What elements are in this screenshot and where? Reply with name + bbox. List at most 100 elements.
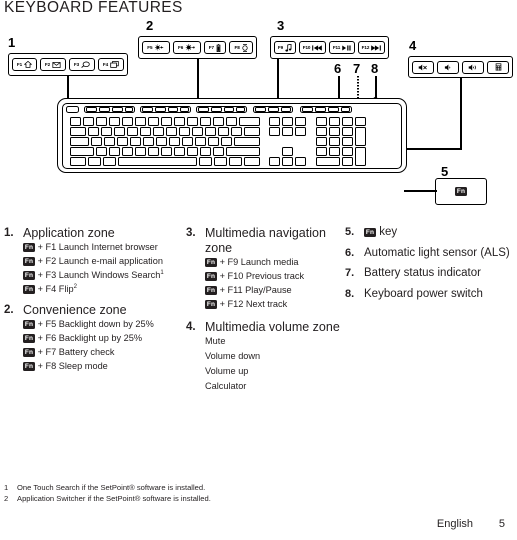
kb-key-menu: [229, 157, 242, 166]
list-item-label: Volume down: [205, 350, 261, 361]
kb-key-page-up: [295, 117, 306, 126]
section-multimedia-navigation-zone: 3. Multimedia navigation zone Fn + F9 La…: [186, 226, 341, 310]
leader-5-horizontal: [404, 190, 437, 192]
keyboard-top-view: [57, 98, 407, 173]
section-header: 3. Multimedia navigation zone: [186, 226, 341, 256]
kb-key-f6: [155, 107, 166, 112]
kb-key-semicolon: [208, 137, 219, 146]
kb-key-backspace: [239, 117, 260, 126]
leader-4-vertical: [460, 78, 462, 150]
keyboard-diagram: 1 2 3 4 5 6 7 8 F1 F2 F3 F4 F5 F6 F7 F8 …: [0, 18, 517, 218]
kb-key-f5: [142, 107, 153, 112]
previous-track-icon: [312, 44, 323, 51]
fn-key-icon: Fn: [205, 286, 217, 295]
kb-key-o: [192, 127, 203, 136]
section-header: 2. Convenience zone: [4, 303, 184, 318]
play-pause-icon: [342, 44, 351, 51]
chip-f11-play-pause: F11: [329, 41, 355, 54]
chip-f6-backlight-up: F6: [172, 41, 201, 54]
kb-key-num-enter: [355, 147, 366, 166]
fn-key-icon: Fn: [23, 333, 35, 343]
kb-key-y: [153, 127, 164, 136]
list-item-label: + F4 Flip: [37, 284, 74, 294]
battery-icon: [216, 43, 221, 52]
footnote-text: Application Switcher if the SetPoint® so…: [17, 494, 211, 503]
chip-volume-up: [462, 60, 484, 74]
list-item-label: + F5 Backlight down by 25%: [37, 318, 154, 329]
chip-label-f7: F7: [208, 45, 214, 50]
list-item-label: + F12 Next track: [219, 299, 288, 309]
kb-key-insert: [269, 117, 280, 126]
kb-key-r: [127, 127, 138, 136]
chip-label-f6: F6: [178, 45, 184, 50]
kb-key-delete: [269, 127, 280, 136]
item-number: 5.: [345, 226, 355, 238]
list-item: Fn + F1 Launch Internet browser: [23, 242, 184, 253]
callout-box-fn-key: Fn: [435, 178, 487, 205]
kb-key-d: [117, 137, 128, 146]
kb-key-period: [200, 147, 211, 156]
kb-key-f1: [86, 107, 97, 112]
list-item: Fn + F5 Backlight down by 25%: [23, 319, 184, 330]
kb-key-home: [282, 117, 293, 126]
list-item: Volume down: [205, 351, 341, 362]
list-item: Fn + F12 Next track: [205, 299, 341, 310]
mute-icon: [418, 64, 428, 71]
section-title: Multimedia navigation zone: [205, 226, 326, 255]
section-items: Mute Volume down Volume up Calculator: [186, 336, 341, 392]
section-number: 3.: [186, 227, 196, 239]
kb-key-tab: [70, 127, 86, 136]
kb-key-caps-lock: [70, 137, 89, 146]
section-title: Multimedia volume zone: [205, 319, 340, 334]
kb-key-minus: [213, 117, 224, 126]
section-number: 4.: [186, 320, 196, 333]
chip-label-f2: F2: [44, 62, 51, 67]
kb-key-0: [200, 117, 211, 126]
fn-key-icon: Fn: [455, 187, 467, 196]
kb-key-mute: [302, 107, 313, 112]
kb-key-f8: [180, 107, 189, 112]
chip-f10-previous-track: F10: [299, 41, 327, 54]
kb-key-num-8: [329, 127, 340, 136]
item-number: 8.: [345, 287, 355, 300]
section-items: Fn + F9 Launch media Fn + F10 Previous t…: [186, 257, 341, 310]
fn-key-icon: Fn: [364, 228, 376, 237]
callout-number-7: 7: [353, 61, 361, 76]
kb-key-l: [195, 137, 206, 146]
list-item: Fn + F3 Launch Windows Search1: [23, 270, 184, 281]
fn-key-icon: Fn: [205, 258, 217, 267]
kb-key-f4: [125, 107, 133, 112]
kb-key-volume-down: [315, 107, 326, 112]
section-multimedia-volume-zone: 4. Multimedia volume zone Mute Volume do…: [186, 320, 341, 392]
kb-key-q: [88, 127, 99, 136]
kb-key-num-1: [316, 147, 327, 156]
page-footer: English 5: [0, 518, 517, 536]
chip-calculator: [487, 60, 509, 74]
kb-key-3: [109, 117, 120, 126]
list-item: Calculator: [205, 381, 341, 392]
windows-flip-icon: [110, 61, 119, 68]
list-item: Fn + F2 Launch e-mail application: [23, 256, 184, 267]
list-item-label: + F7 Battery check: [37, 346, 115, 357]
right-feature-list: 5. Fn key 6. Automatic light sensor (ALS…: [345, 226, 515, 301]
manual-page: KEYBOARD FEATURES 1 2 3 4 5 6 7 8 F1 F2: [0, 0, 517, 540]
kb-key-f7: [168, 107, 178, 112]
fn-key-icon: Fn: [23, 319, 35, 329]
list-item: Fn + F7 Battery check: [23, 347, 184, 358]
kb-key-enter: [234, 137, 260, 146]
list-item: Mute: [205, 336, 341, 347]
sleep-moon-icon: [242, 43, 248, 52]
section-application-zone: 1. Application zone Fn + F1 Launch Inter…: [4, 226, 184, 295]
volume-down-icon: [444, 64, 452, 71]
footnote-number: 1: [4, 483, 9, 492]
chip-label-f4: F4: [102, 62, 109, 67]
kb-key-7: [161, 117, 172, 126]
section-convenience-zone: 2. Convenience zone Fn + F5 Backlight do…: [4, 303, 184, 372]
kb-key-equals: [226, 117, 237, 126]
backlight-down-icon: [154, 44, 164, 51]
kb-key-scroll-lock: [268, 107, 279, 112]
chip-label-f11: F11: [332, 45, 341, 50]
kb-key-6: [148, 117, 159, 126]
kb-key-fn: [214, 157, 227, 166]
kb-key-comma: [187, 147, 198, 156]
